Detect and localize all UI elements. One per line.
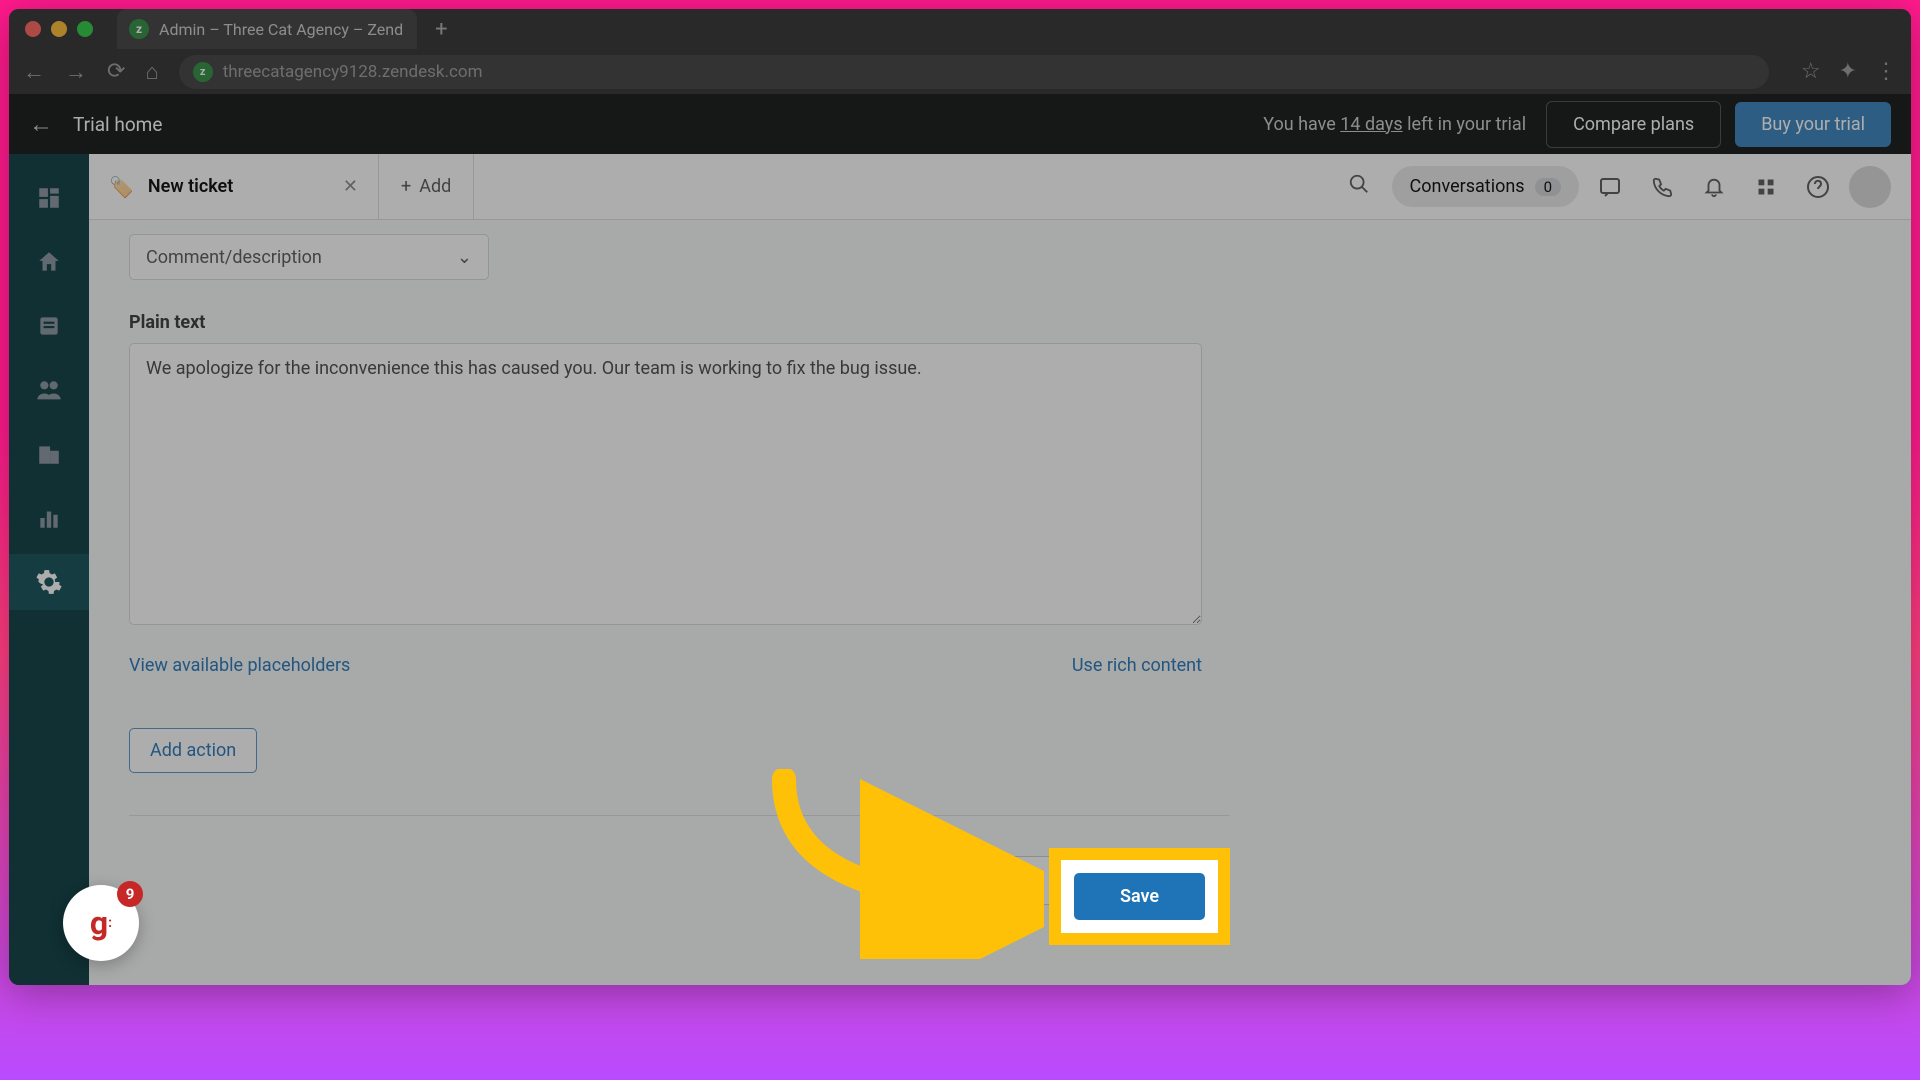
phone-icon[interactable] bbox=[1641, 166, 1683, 208]
forward-icon[interactable]: → bbox=[65, 59, 87, 85]
grammarly-icon: g : bbox=[76, 898, 126, 948]
comment-type-select[interactable]: Comment/description ⌄ bbox=[129, 234, 489, 280]
trial-back-icon[interactable]: ← bbox=[29, 110, 53, 139]
menu-icon[interactable]: ⋮ bbox=[1875, 59, 1897, 84]
url-text: threecatagency9128.zendesk.com bbox=[223, 62, 483, 82]
sidebar-admin-icon[interactable] bbox=[9, 554, 89, 610]
conversations-label: Conversations bbox=[1410, 176, 1525, 197]
new-tab-button[interactable]: + bbox=[435, 17, 447, 42]
plain-text-textarea[interactable] bbox=[129, 343, 1202, 625]
tab-title: Admin – Three Cat Agency – Zend bbox=[159, 20, 403, 39]
trial-suffix: left in your trial bbox=[1403, 114, 1526, 135]
footer-buttons: Cancel Save bbox=[129, 856, 1229, 905]
titlebar: z Admin – Three Cat Agency – Zend + bbox=[9, 9, 1911, 49]
url-favicon-icon: z bbox=[193, 62, 213, 82]
sidebar-dashboard-icon[interactable] bbox=[9, 170, 89, 226]
sidebar-customers-icon[interactable] bbox=[9, 362, 89, 418]
window-maximize-button[interactable] bbox=[77, 21, 93, 37]
plus-icon: + bbox=[401, 176, 411, 197]
sidebar-home-icon[interactable] bbox=[9, 234, 89, 290]
sidebar-reporting-icon[interactable] bbox=[9, 490, 89, 546]
home-icon[interactable]: ⌂ bbox=[145, 59, 158, 85]
window-minimize-button[interactable] bbox=[51, 21, 67, 37]
trial-home-link[interactable]: Trial home bbox=[73, 113, 1263, 136]
avatar[interactable] bbox=[1849, 166, 1891, 208]
trial-days-link[interactable]: 14 days bbox=[1340, 114, 1402, 135]
addrbar-right: ☆ ✦ ⋮ bbox=[1801, 59, 1897, 84]
window-close-button[interactable] bbox=[25, 21, 41, 37]
add-tab-label: Add bbox=[419, 176, 451, 197]
browser-tab[interactable]: z Admin – Three Cat Agency – Zend bbox=[117, 9, 417, 49]
grammarly-badge: 9 bbox=[117, 881, 143, 907]
view-placeholders-link[interactable]: View available placeholders bbox=[129, 655, 350, 676]
main-area: 🏷️ New ticket ✕ + Add Conversations 0 bbox=[89, 154, 1911, 985]
chevron-down-icon: ⌄ bbox=[457, 247, 472, 268]
add-tab-button[interactable]: + Add bbox=[379, 154, 474, 220]
tabs-bar: 🏷️ New ticket ✕ + Add Conversations 0 bbox=[89, 154, 1911, 220]
add-action-button[interactable]: Add action bbox=[129, 728, 257, 773]
traffic-lights bbox=[25, 21, 93, 37]
chat-icon[interactable] bbox=[1589, 166, 1631, 208]
ticket-tab[interactable]: 🏷️ New ticket ✕ bbox=[89, 154, 379, 220]
app-body: 🏷️ New ticket ✕ + Add Conversations 0 bbox=[9, 154, 1911, 985]
conversations-pill[interactable]: Conversations 0 bbox=[1392, 166, 1579, 207]
browser-window: z Admin – Three Cat Agency – Zend + ← → … bbox=[9, 9, 1911, 985]
use-rich-content-link[interactable]: Use rich content bbox=[1072, 655, 1202, 676]
divider bbox=[129, 815, 1229, 816]
back-icon[interactable]: ← bbox=[23, 59, 45, 85]
extensions-icon[interactable]: ✦ bbox=[1839, 59, 1857, 84]
compare-plans-button[interactable]: Compare plans bbox=[1546, 101, 1721, 148]
star-icon[interactable]: ☆ bbox=[1801, 59, 1821, 84]
search-icon[interactable] bbox=[1336, 173, 1382, 201]
trial-days-text: You have 14 days left in your trial bbox=[1263, 114, 1526, 135]
reload-icon[interactable]: ⟳ bbox=[107, 59, 125, 84]
select-value: Comment/description bbox=[146, 247, 322, 268]
sidebar bbox=[9, 154, 89, 985]
sidebar-organizations-icon[interactable] bbox=[9, 426, 89, 482]
help-icon[interactable] bbox=[1797, 166, 1839, 208]
apps-icon[interactable] bbox=[1745, 166, 1787, 208]
content: Comment/description ⌄ Plain text View av… bbox=[89, 220, 1911, 985]
sidebar-views-icon[interactable] bbox=[9, 298, 89, 354]
plain-text-label: Plain text bbox=[129, 312, 1229, 333]
save-button[interactable]: Save bbox=[1074, 873, 1205, 920]
conversations-count: 0 bbox=[1535, 178, 1561, 196]
url-input[interactable]: z threecatagency9128.zendesk.com bbox=[179, 55, 1769, 89]
ticket-tab-title: New ticket bbox=[148, 176, 329, 197]
grammarly-widget[interactable]: g : 9 bbox=[63, 885, 139, 961]
close-tab-icon[interactable]: ✕ bbox=[343, 176, 358, 197]
address-bar: ← → ⟳ ⌂ z threecatagency9128.zendesk.com… bbox=[9, 49, 1911, 94]
bell-icon[interactable] bbox=[1693, 166, 1735, 208]
buy-trial-button[interactable]: Buy your trial bbox=[1735, 102, 1891, 147]
trial-banner: ← Trial home You have 14 days left in yo… bbox=[9, 94, 1911, 154]
content-inner: Comment/description ⌄ Plain text View av… bbox=[129, 234, 1229, 985]
cancel-button[interactable]: Cancel bbox=[953, 856, 1082, 905]
top-right-actions: Conversations 0 bbox=[1336, 166, 1911, 208]
links-row: View available placeholders Use rich con… bbox=[129, 655, 1202, 676]
trial-prefix: You have bbox=[1263, 114, 1340, 135]
ticket-icon: 🏷️ bbox=[109, 175, 134, 199]
tab-favicon-icon: z bbox=[129, 19, 149, 39]
